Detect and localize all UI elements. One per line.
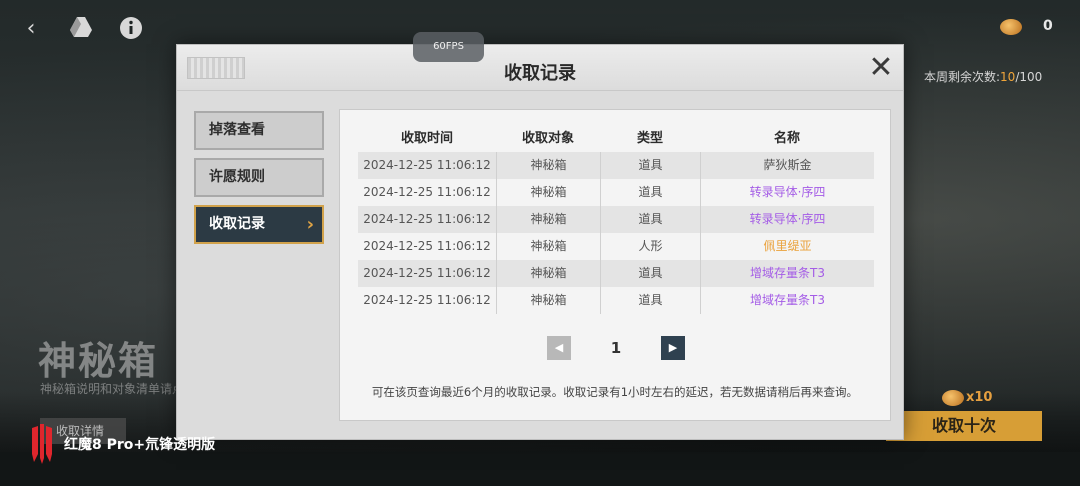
info-icon[interactable] [118,16,144,42]
fps-indicator: 60FPS [413,32,484,62]
tab-label: 掉落查看 [209,122,265,138]
dialog-title: 收取记录 [504,63,576,84]
currency-count: 0 [1043,18,1053,34]
cell-type: 人形 [600,233,700,260]
cell-name: 萨狄斯金 [700,152,874,179]
cell-type: 道具 [600,206,700,233]
records-table: 收取时间 收取对象 类型 名称 2024-12-25 11:06:12 神秘箱 … [358,120,874,314]
tab-drop-view[interactable]: 掉落查看 [194,111,324,150]
record-dialog: 收取记录 ✕ 掉落查看 许愿规则 收取记录 › 收取时间 收取对象 类型 名称 … [176,44,904,440]
records-panel: 收取时间 收取对象 类型 名称 2024-12-25 11:06:12 神秘箱 … [339,109,891,421]
drive-triangle-icon[interactable] [68,16,94,42]
notice-text: 可在该页查询最近6个月的收取记录。收取记录有1小时左右的延迟，若无数据请稍后再来… [371,385,859,399]
cell-target: 神秘箱 [496,260,600,287]
dialog-header: 收取记录 ✕ [177,45,903,91]
device-watermark: 红魔8 Pro+氘锋透明版 [28,424,215,464]
cell-type: 道具 [600,152,700,179]
cell-target: 神秘箱 [496,233,600,260]
table-row: 2024-12-25 11:06:12 神秘箱 道具 萨狄斯金 [358,152,874,179]
prev-page-button[interactable]: ◀ [547,336,571,360]
tab-collect-records[interactable]: 收取记录 › [194,205,324,244]
table-row: 2024-12-25 11:06:12 神秘箱 道具 转录导体·序四 [358,206,874,233]
cell-time: 2024-12-25 11:06:12 [363,266,491,280]
table-header: 收取时间 收取对象 类型 名称 [358,120,874,152]
close-icon[interactable]: ✕ [867,53,895,83]
box-title: 神秘箱 [38,339,159,383]
box-subtitle: 神秘箱说明和对象清单请点 [40,382,185,396]
cell-name: 增域存量条T3 [700,287,874,314]
tab-wish-rules[interactable]: 许愿规则 [194,158,324,197]
currency-coin-icon [1000,19,1022,35]
header-target: 收取对象 [521,130,574,146]
weekly-label: 本周剩余次数: [924,70,1001,84]
brand-text: 红魔8 Pro+氘锋透明版 [64,437,216,453]
weekly-used: 10 [1000,70,1016,84]
cell-target: 神秘箱 [496,287,600,314]
cost-multiplier: x10 [966,390,993,405]
weekly-remaining: 本周剩余次数:10/100 [924,68,1042,85]
header-name: 名称 [773,130,800,146]
cell-name: 增域存量条T3 [700,260,874,287]
cell-name: 转录导体·序四 [700,179,874,206]
cell-time: 2024-12-25 11:06:12 [363,212,491,226]
cell-target: 神秘箱 [496,179,600,206]
header-time: 收取时间 [400,130,453,146]
table-row: 2024-12-25 11:06:12 神秘箱 道具 增域存量条T3 [358,287,874,314]
tab-label: 许愿规则 [209,169,265,185]
fps-label: 60FPS [433,41,464,52]
redmagic-logo-icon [32,424,52,464]
next-page-button[interactable]: ▶ [661,336,685,360]
tab-label: 收取记录 [209,216,265,232]
cell-target: 神秘箱 [496,152,600,179]
cell-time: 2024-12-25 11:06:12 [363,158,491,172]
page-number: 1 [610,339,622,357]
cell-type: 道具 [600,260,700,287]
cell-time: 2024-12-25 11:06:12 [363,239,491,253]
table-row: 2024-12-25 11:06:12 神秘箱 人形 佩里缇亚 [358,233,874,260]
weekly-total: /100 [1015,70,1043,84]
ten-pull-button[interactable]: 收取十次 [886,411,1042,441]
cell-name: 转录导体·序四 [700,206,874,233]
header-type: 类型 [636,130,663,146]
cell-type: 道具 [600,287,700,314]
back-arrow-icon[interactable]: ‹ [18,16,44,42]
cell-target: 神秘箱 [496,206,600,233]
chevron-right-icon: › [306,214,314,235]
cell-type: 道具 [600,179,700,206]
table-row: 2024-12-25 11:06:12 神秘箱 道具 增域存量条T3 [358,260,874,287]
cell-name: 佩里缇亚 [700,233,874,260]
cell-time: 2024-12-25 11:06:12 [363,185,491,199]
cost-coin-icon [942,390,964,406]
table-row: 2024-12-25 11:06:12 神秘箱 道具 转录导体·序四 [358,179,874,206]
cell-time: 2024-12-25 11:06:12 [363,293,491,307]
